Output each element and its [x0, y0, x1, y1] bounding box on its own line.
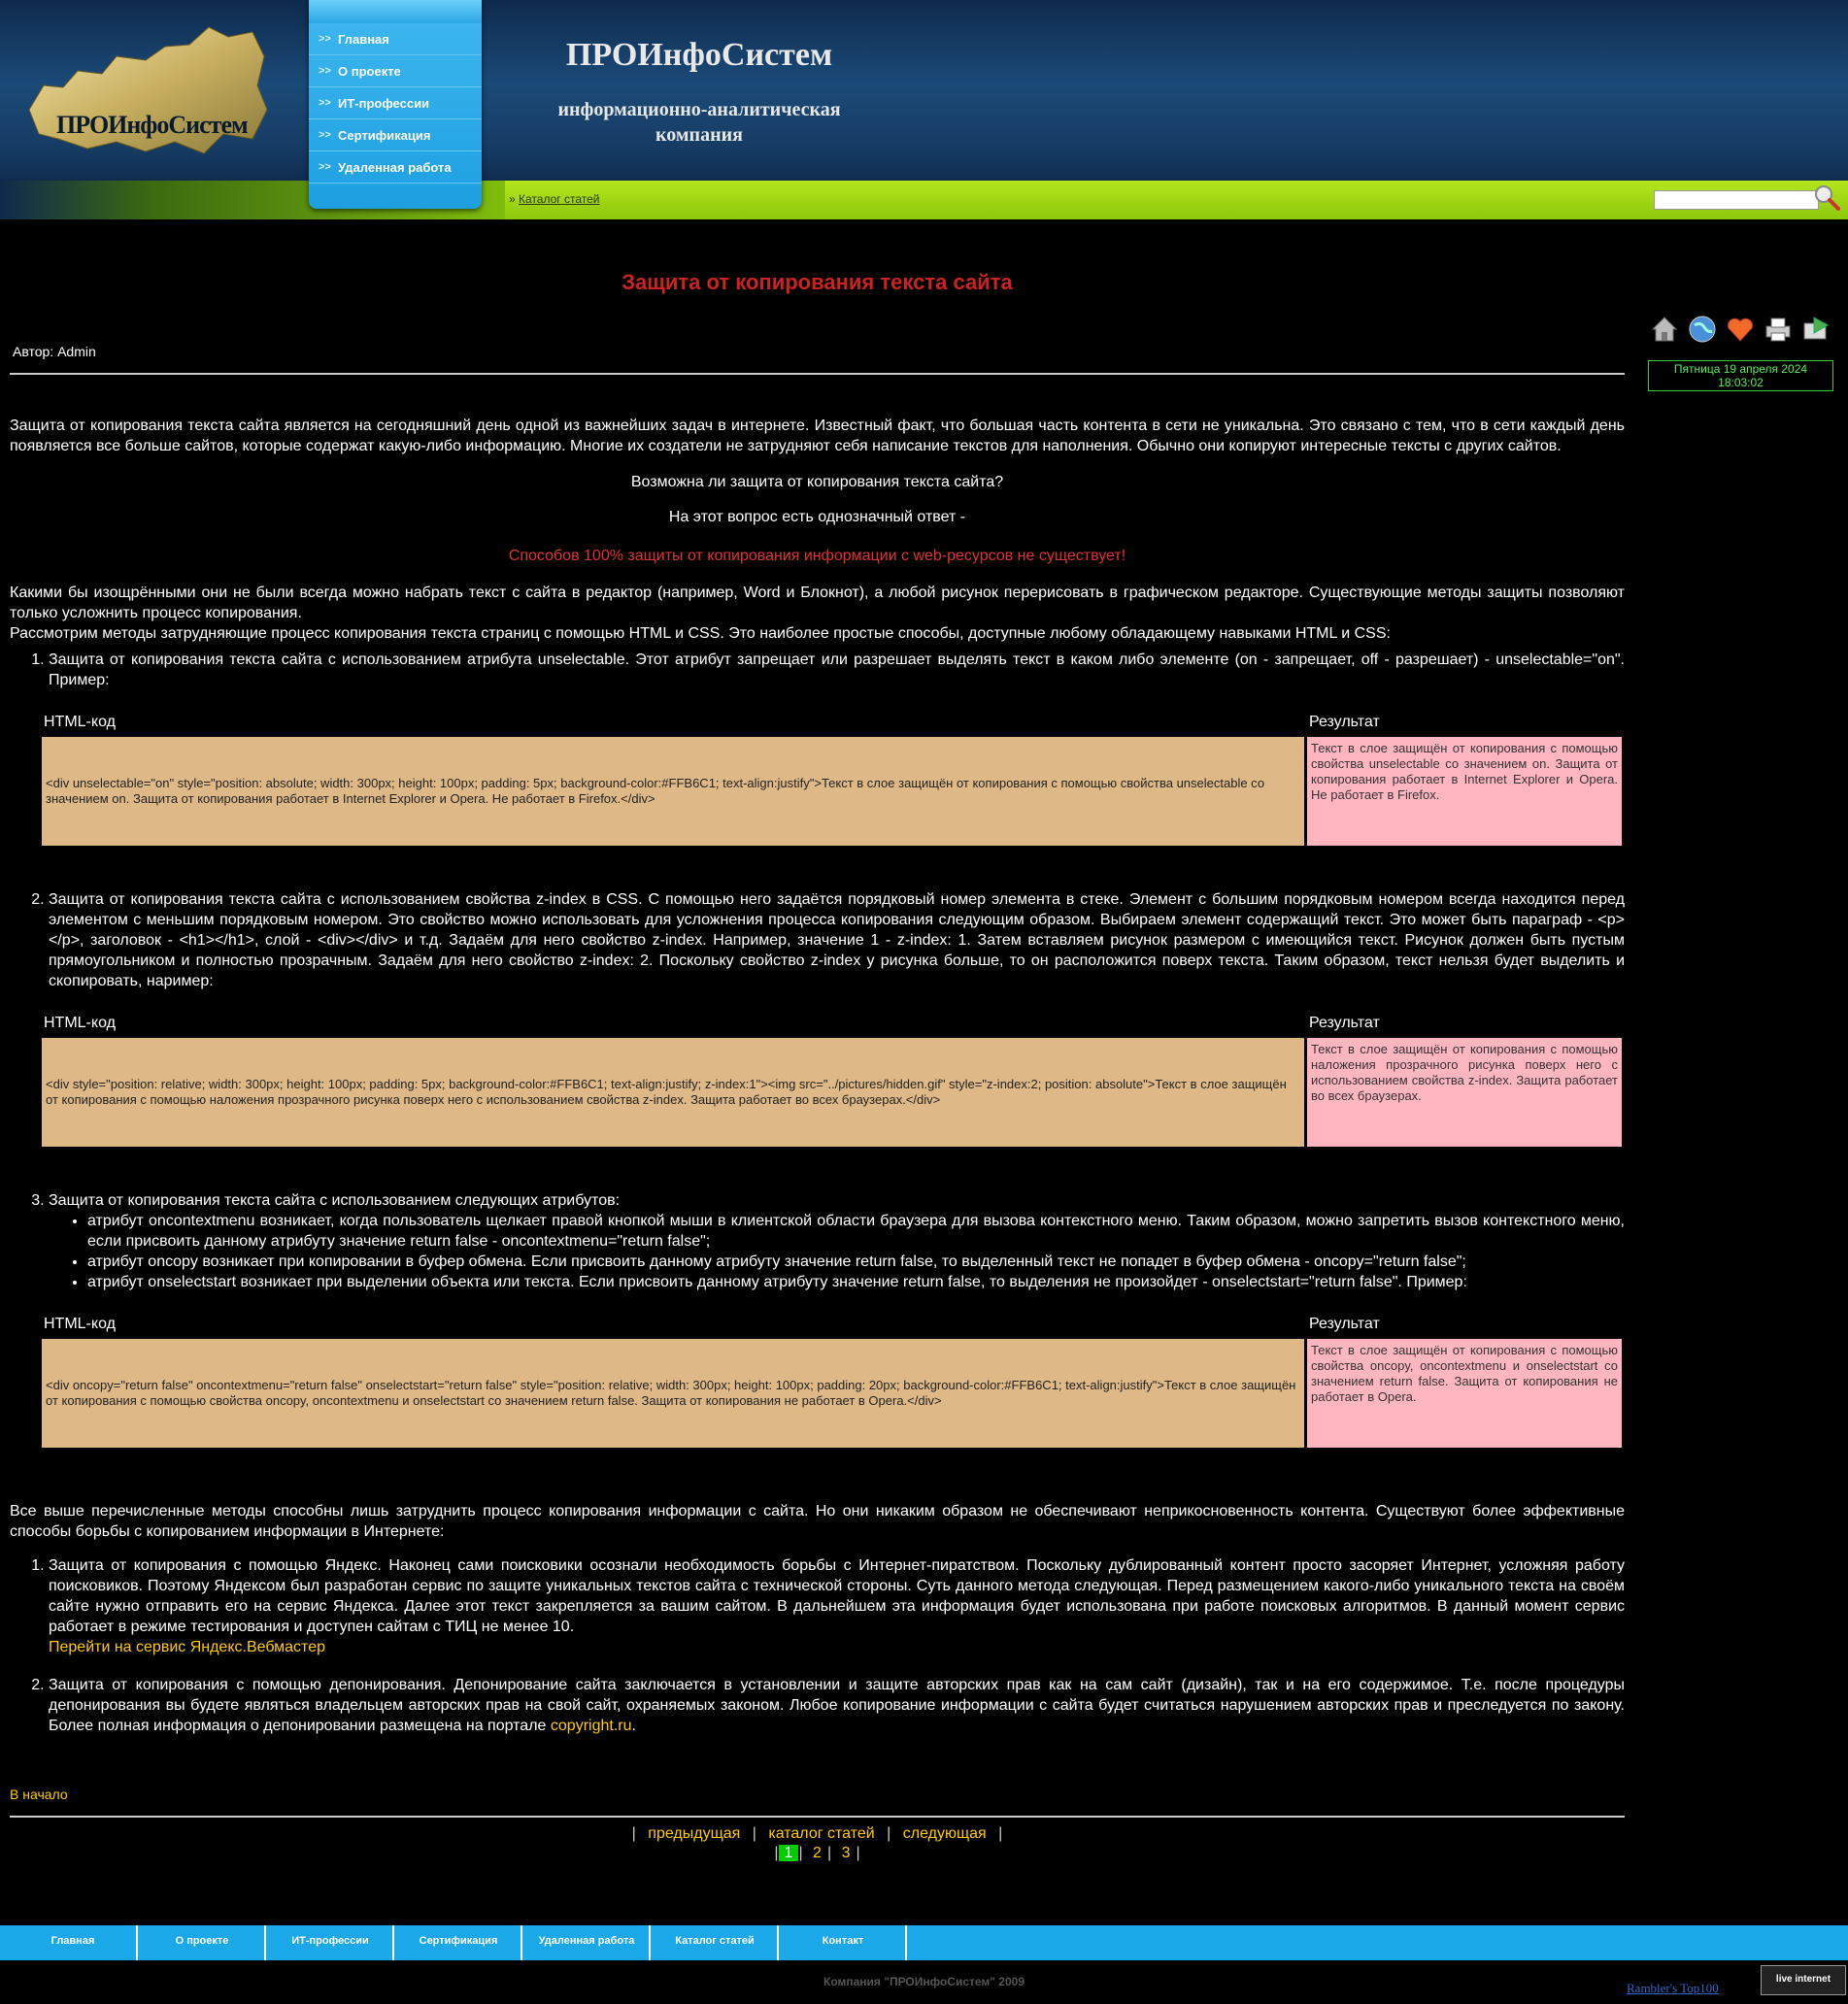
brand-title: ПРОИнфоСистем [565, 37, 833, 73]
page-current: 1 [778, 1845, 799, 1861]
print-icon[interactable] [1763, 314, 1794, 345]
site-header: ПРОИнфоСистем >> Главная >> О проекте >> ИТ… [0, 0, 1848, 223]
chevron-right-icon: >> [319, 65, 331, 77]
next-article-link[interactable]: следующая [903, 1825, 987, 1842]
to-top-link[interactable]: В начало [10, 1787, 1625, 1802]
method-item: Защита от копирования текста сайта с исп… [49, 1190, 1625, 1292]
yandex-webmaster-link[interactable]: Перейти на сервис Яндекс.Вебмастер [49, 1639, 325, 1655]
chevron-right-icon: >> [319, 129, 331, 141]
copyright-text: Компания "ПРОИнфоСистем" 2009 [823, 1975, 1025, 1988]
footer-item-remote-work[interactable]: Удаленная работа [524, 1925, 651, 1960]
effective-item: Защита от копирования с помощью депониро… [49, 1675, 1625, 1736]
pagination: | 1 | 2 | 3 | [774, 1845, 860, 1861]
chevron-right-icon: >> [319, 33, 331, 45]
menu-item-home[interactable]: >> Главная [309, 23, 482, 55]
copyright-link[interactable]: copyright.ru [551, 1718, 632, 1734]
favorites-icon[interactable] [1725, 314, 1756, 345]
bullet-item: атрибут oncontextmenu возникает, когда п… [87, 1211, 1625, 1252]
current-time: 18:03:02 [1718, 376, 1764, 389]
bullet-item: атрибут oncopy возникает при копировании… [87, 1252, 1625, 1272]
result-cell: Текст в слое защищён от копирования с по… [1307, 1038, 1622, 1147]
answer-lead: На этот вопрос есть однозначный ответ - [668, 509, 966, 525]
chevron-right-icon: >> [319, 97, 331, 109]
chevron-right-icon: >> [319, 161, 331, 173]
method-item: Защита от копирования текста сайта с исп… [49, 889, 1625, 991]
result-cell: Текст в слое защищён от копирования с по… [1307, 737, 1622, 846]
catalog-link[interactable]: каталог статей [768, 1825, 874, 1842]
code-cell[interactable]: <div unselectable="on" style="position: … [42, 737, 1304, 846]
footer-item-it-professions[interactable]: ИТ-профессии [268, 1925, 394, 1960]
intro-paragraph: Защита от копирования текста сайта являе… [10, 418, 1625, 454]
page-link[interactable]: 3 [836, 1845, 857, 1861]
code-cell[interactable]: <div style="position: relative; width: 3… [42, 1038, 1304, 1147]
footer-menu: Главная О проекте ИТ-профессии Сертифика… [0, 1925, 1848, 1960]
bullet-item: атрибут onselectstart возникает при выде… [87, 1272, 1625, 1292]
send-icon[interactable] [1800, 314, 1831, 345]
footer-item-certification[interactable]: Сертификация [396, 1925, 522, 1960]
method-item: Защита от копирования текста сайта с исп… [49, 650, 1625, 690]
column-header-result: Результат [1309, 1316, 1380, 1332]
breadcrumb-arrow-icon: » [509, 192, 516, 206]
result-cell: Текст в слое защищён от копирования с по… [1307, 1339, 1622, 1448]
breadcrumb-catalog-link[interactable]: Каталог статей [519, 192, 599, 206]
column-header-code: HTML-код [44, 1316, 116, 1332]
example-table: HTML-код Результат <div style="position:… [39, 1009, 1625, 1150]
logo-text: ПРОИнфоСистем [56, 111, 249, 139]
example-table: HTML-код Результат <div unselectable="on… [39, 708, 1625, 849]
breadcrumb: » Каталог статей [509, 192, 600, 206]
russia-map-icon [28, 26, 268, 154]
current-date: Пятница 19 апреля 2024 [1673, 362, 1808, 376]
footer-item-contact[interactable]: Контакт [781, 1925, 907, 1960]
main-menu: >> Главная >> О проекте >> ИТ-профессии >> С… [309, 0, 482, 209]
footer-item-catalog[interactable]: Каталог статей [653, 1925, 779, 1960]
footer-item-home[interactable]: Главная [10, 1925, 138, 1960]
menu-item-about[interactable]: >> О проекте [309, 55, 482, 87]
footer-item-about[interactable]: О проекте [140, 1925, 266, 1960]
header-background [0, 0, 1848, 184]
date-time-widget: Пятница 19 апреля 2024 18:03:02 [1648, 360, 1833, 391]
column-header-code: HTML-код [44, 714, 116, 730]
brand-subtitle: информационно-аналитическая компания [557, 99, 841, 146]
effective-item: Защита от копирования с помощью Яндекс. … [49, 1555, 1625, 1657]
rambler-counter-link[interactable]: Rambler's Top100 [1627, 1981, 1719, 1996]
example-table: HTML-код Результат <div oncopy="return f… [39, 1310, 1625, 1451]
author-line: Автор: Admin [13, 344, 96, 359]
answer-highlight: Способов 100% защиты от копирования инфо… [508, 548, 1126, 564]
column-header-result: Результат [1309, 1015, 1380, 1031]
search-input[interactable] [1654, 190, 1819, 210]
menu-item-remote-work[interactable]: >> Удаленная работа [309, 151, 482, 184]
menu-item-it-professions[interactable]: >> ИТ-профессии [309, 87, 482, 119]
attribute-list: атрибут oncontextmenu возникает, когда п… [49, 1211, 1625, 1292]
paragraph-4: Все выше перечисленные методы способны л… [10, 1503, 1625, 1540]
methods-list: Защита от копирования текста сайта с исп… [10, 1190, 1625, 1292]
column-header-code: HTML-код [44, 1015, 116, 1031]
page-link[interactable]: 2 [807, 1845, 827, 1861]
article: Защита от копирования текста сайта Автор… [10, 262, 1625, 1862]
paragraph-2: Какими бы изощрёнными они не были всегда… [10, 584, 1625, 621]
liveinternet-counter[interactable]: live internet [1761, 1965, 1846, 1995]
code-cell[interactable]: <div oncopy="return false" oncontextmenu… [42, 1339, 1304, 1448]
article-navigation: | предыдущая | каталог статей | следующа… [631, 1825, 1003, 1842]
question-text: Возможна ли защита от копирования текста… [630, 474, 1004, 490]
site-logo[interactable]: ПРОИнфоСистем [19, 17, 272, 163]
share-toolbar [1649, 314, 1833, 349]
search-icon[interactable] [1812, 183, 1841, 212]
divider [10, 1816, 1625, 1818]
home-icon[interactable] [1649, 314, 1680, 345]
divider [10, 373, 1625, 375]
paragraph-3: Рассмотрим методы затрудняющие процесс к… [10, 625, 1391, 642]
menu-item-certification[interactable]: >> Сертификация [309, 119, 482, 151]
prev-article-link[interactable]: предыдущая [648, 1825, 740, 1842]
page-title: Защита от копирования текста сайта [622, 270, 1013, 294]
globe-icon[interactable] [1687, 314, 1718, 345]
effective-methods-list: Защита от копирования с помощью Яндекс. … [10, 1555, 1625, 1736]
methods-list: Защита от копирования текста сайта с исп… [10, 889, 1625, 991]
column-header-result: Результат [1309, 714, 1380, 730]
methods-list: Защита от копирования текста сайта с исп… [10, 650, 1625, 690]
